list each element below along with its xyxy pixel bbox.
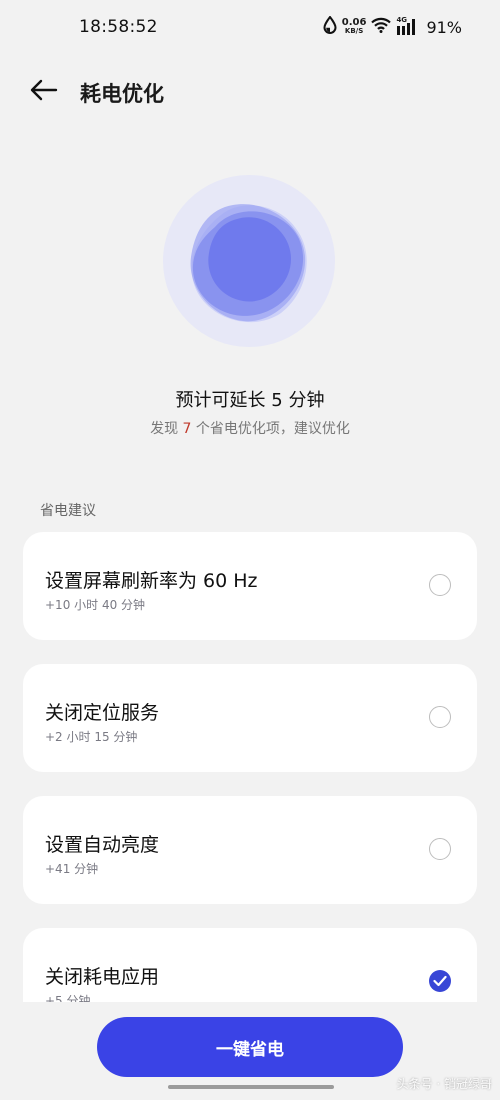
suggestion-gain: +10 小时 40 分钟 <box>45 598 146 612</box>
suggestion-card-location[interactable]: 关闭定位服务 +2 小时 15 分钟 <box>23 664 477 772</box>
suggestion-card-refresh-rate[interactable]: 设置屏幕刷新率为 60 Hz +10 小时 40 分钟 <box>23 532 477 640</box>
signal-icon: 4G <box>396 16 418 36</box>
battery-level: 91% <box>426 17 462 37</box>
page-title: 耗电优化 <box>80 82 164 106</box>
suggestion-gain: +41 分钟 <box>45 862 99 876</box>
suggestion-card-auto-brightness[interactable]: 设置自动亮度 +41 分钟 <box>23 796 477 904</box>
watermark: 头条号 · 销冠绿哥 <box>396 1077 492 1091</box>
status-bar: 18:58:52 0.06 KB/S 4G 91% <box>0 0 500 56</box>
suggestion-radio[interactable] <box>429 574 451 596</box>
status-time: 18:58:52 <box>79 17 158 37</box>
suggestion-radio[interactable] <box>429 706 451 728</box>
status-icons: 0.06 KB/S 4G 91% <box>323 15 462 38</box>
home-indicator[interactable] <box>168 1085 334 1089</box>
one-tap-save-button[interactable]: 一键省电 <box>97 1017 403 1077</box>
back-button[interactable] <box>28 78 60 106</box>
suggestion-radio-checked[interactable] <box>429 970 451 992</box>
net-speed-value: 0.06 <box>341 17 367 28</box>
arrow-left-icon <box>30 79 58 105</box>
estimate-subtitle: 发现 7 个省电优化项，建议优化 <box>0 418 500 438</box>
estimate-title: 预计可延长 5 分钟 <box>175 390 325 411</box>
net-speed: 0.06 KB/S <box>342 18 367 36</box>
suggestion-title: 关闭定位服务 <box>45 702 160 724</box>
suggestion-radio[interactable] <box>429 838 451 860</box>
header: 耗电优化 <box>0 70 500 114</box>
battery-optimization-illustration <box>163 175 335 347</box>
suggestion-title: 设置自动亮度 <box>45 834 160 856</box>
suggestion-gain: +2 小时 15 分钟 <box>45 730 138 744</box>
data-saver-icon <box>323 15 337 38</box>
section-label: 省电建议 <box>40 503 96 519</box>
wifi-icon <box>371 17 392 37</box>
subtitle-suffix: 个省电优化项，建议优化 <box>191 421 350 437</box>
checkmark-icon <box>433 972 447 991</box>
net-speed-unit: KB/S <box>344 27 364 35</box>
suggestion-title: 关闭耗电应用 <box>45 966 160 988</box>
subtitle-prefix: 发现 <box>150 421 183 437</box>
suggestion-title: 设置屏幕刷新率为 60 Hz <box>45 570 258 592</box>
